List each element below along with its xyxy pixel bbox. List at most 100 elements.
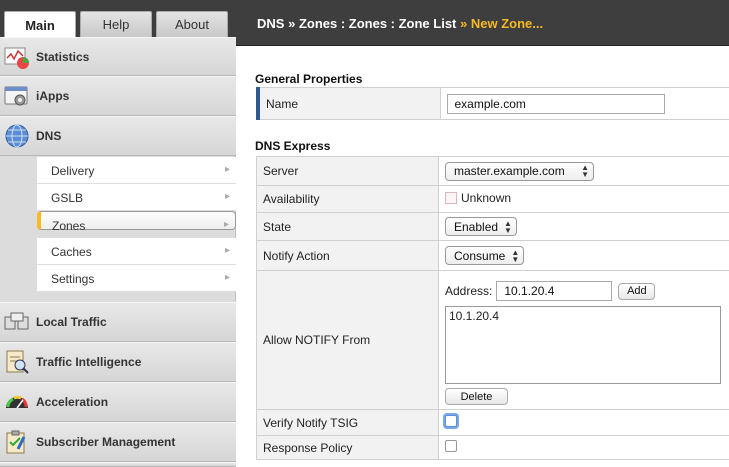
status-unknown-icon — [445, 192, 457, 204]
notify-action-select-value: Consume — [454, 248, 506, 263]
verify-tsig-checkbox[interactable] — [445, 415, 457, 427]
breadcrumb-dns[interactable]: DNS — [257, 16, 284, 31]
sidebar-section-label: Local Traffic — [36, 315, 107, 329]
name-input[interactable]: example.com — [446, 93, 665, 114]
availability-cell: Unknown — [438, 185, 729, 213]
subscriber-management-icon — [6, 430, 26, 454]
breadcrumb-separator: » — [460, 16, 468, 31]
sidebar-item-gslb[interactable]: GSLB ▸ — [37, 184, 236, 211]
sidebar-item-caches[interactable]: Caches ▸ — [37, 238, 236, 265]
name-row: Name example.com — [256, 87, 729, 120]
sidebar-item-zones[interactable]: Zones ▸ — [37, 211, 236, 233]
dns-express-table: Server master.example.com ▲ ▼ Availabilit… — [256, 156, 729, 460]
state-row: State Enabled ▲ ▼ — [256, 212, 729, 241]
sidebar-section-label: Statistics — [36, 49, 90, 64]
server-select[interactable]: master.example.com ▲ ▼ — [445, 161, 594, 181]
server-cell: master.example.com ▲ ▼ — [438, 156, 729, 186]
notify-action-select[interactable]: Consume ▲ ▼ — [445, 246, 525, 265]
sidebar-section-label: Subscriber Management — [36, 435, 176, 449]
name-cell: example.com — [439, 87, 729, 120]
verify-tsig-label: Verify Notify TSIG — [256, 409, 439, 436]
server-label: Server — [256, 156, 439, 186]
add-button[interactable]: Add — [618, 282, 656, 300]
response-policy-cell — [438, 435, 729, 460]
address-input[interactable]: 10.1.20.4 — [496, 281, 613, 301]
acceleration-gauge-icon — [6, 395, 28, 409]
general-properties-table: Name example.com — [256, 87, 729, 120]
sidebar-section-label: Traffic Intelligence — [36, 355, 142, 369]
server-select-value: master.example.com — [454, 164, 565, 178]
allow-notify-row: Allow NOTIFY From Address: 10.1.20.4 Add… — [256, 270, 729, 410]
sidebar-section-label: iApps — [36, 89, 70, 103]
allow-notify-label: Allow NOTIFY From — [256, 270, 439, 410]
availability-value: Unknown — [461, 191, 512, 205]
header-bar: DNS » Zones : Zones : Zone List » New Zo… — [236, 0, 729, 46]
allow-notify-list[interactable]: 10.1.20.4 — [445, 306, 721, 384]
breadcrumb-separator: » — [288, 16, 296, 31]
address-entry: Address: 10.1.20.4 Add — [445, 281, 656, 301]
address-label: Address: — [445, 284, 493, 298]
chevron-right-icon: ▸ — [224, 272, 230, 283]
sidebar-section-acceleration[interactable]: Acceleration — [0, 382, 236, 422]
server-row: Server master.example.com ▲ ▼ — [256, 156, 729, 186]
state-label: State — [256, 212, 439, 241]
tab-help[interactable]: Help — [80, 11, 152, 37]
breadcrumb-zone-list[interactable]: Zones : Zones : Zone List — [299, 16, 456, 31]
name-label: Name — [256, 87, 441, 120]
sidebar-item-label: Zones — [52, 219, 86, 233]
breadcrumb: DNS » Zones : Zones : Zone List » New Zo… — [257, 16, 543, 31]
sidebar-section-dns[interactable]: DNS — [0, 116, 236, 156]
dns-globe-icon — [5, 124, 29, 148]
traffic-intelligence-icon — [6, 350, 29, 374]
sidebar-section-traffic-intelligence[interactable]: Traffic Intelligence — [0, 342, 236, 382]
list-item[interactable]: 10.1.20.4 — [449, 309, 717, 323]
response-policy-label: Response Policy — [256, 435, 439, 460]
sidebar-section-label: Acceleration — [36, 395, 109, 409]
chevron-right-icon: ▸ — [224, 164, 230, 175]
notify-action-cell: Consume ▲ ▼ — [438, 240, 729, 271]
select-arrows-icon: ▲ ▼ — [511, 247, 520, 264]
verify-tsig-cell — [438, 409, 729, 436]
chevron-right-icon: ▸ — [224, 191, 230, 202]
tab-about[interactable]: About — [156, 11, 228, 37]
main-content: General Properties Name example.com DNS … — [237, 47, 729, 467]
tab-main[interactable]: Main — [4, 11, 76, 38]
state-select-value: Enabled — [454, 219, 499, 234]
allow-notify-cell: Address: 10.1.20.4 Add 10.1.20.4 Delete — [438, 270, 729, 410]
iapps-icon — [4, 86, 28, 106]
notify-action-row: Notify Action Consume ▲ ▼ — [256, 240, 729, 271]
response-policy-checkbox[interactable] — [445, 440, 457, 452]
sidebar-item-label: Caches — [51, 245, 92, 259]
sidebar-item-label: Settings — [51, 272, 95, 286]
verify-tsig-row: Verify Notify TSIG — [256, 409, 729, 436]
local-traffic-icon — [4, 312, 29, 330]
delete-button[interactable]: Delete — [445, 388, 508, 405]
sidebar-section-label: DNS — [36, 129, 62, 143]
sidebar-section-partial — [0, 462, 236, 467]
sidebar-section-statistics[interactable]: Statistics — [0, 37, 236, 76]
general-properties-heading: General Properties — [255, 72, 363, 86]
chevron-right-icon: ▸ — [223, 219, 229, 230]
select-arrows-icon: ▲ ▼ — [581, 163, 589, 179]
sidebar: Main Help About Statistics iApps DNS Del… — [0, 0, 236, 467]
availability-status: Unknown — [445, 191, 511, 205]
response-policy-row: Response Policy — [256, 435, 729, 460]
availability-row: Availability Unknown — [256, 185, 729, 213]
tab-bar: Main Help About — [0, 0, 236, 38]
sidebar-section-subscriber-management[interactable]: Subscriber Management — [0, 422, 236, 462]
sidebar-section-local-traffic[interactable]: Local Traffic — [0, 302, 236, 342]
state-select[interactable]: Enabled ▲ ▼ — [445, 217, 517, 236]
sidebar-item-delivery[interactable]: Delivery ▸ — [37, 157, 236, 184]
chevron-right-icon: ▸ — [224, 245, 230, 256]
sidebar-item-label: GSLB — [51, 191, 84, 205]
dns-express-heading: DNS Express — [255, 139, 331, 153]
notify-action-label: Notify Action — [256, 240, 439, 271]
breadcrumb-current: New Zone... — [470, 16, 544, 31]
statistics-icon — [4, 47, 29, 69]
availability-label: Availability — [256, 185, 439, 213]
sidebar-item-settings[interactable]: Settings ▸ — [37, 265, 236, 292]
select-arrows-icon: ▲ ▼ — [504, 218, 512, 235]
sidebar-section-iapps[interactable]: iApps — [0, 76, 236, 116]
sidebar-item-label: Delivery — [51, 164, 95, 178]
state-cell: Enabled ▲ ▼ — [438, 212, 729, 241]
